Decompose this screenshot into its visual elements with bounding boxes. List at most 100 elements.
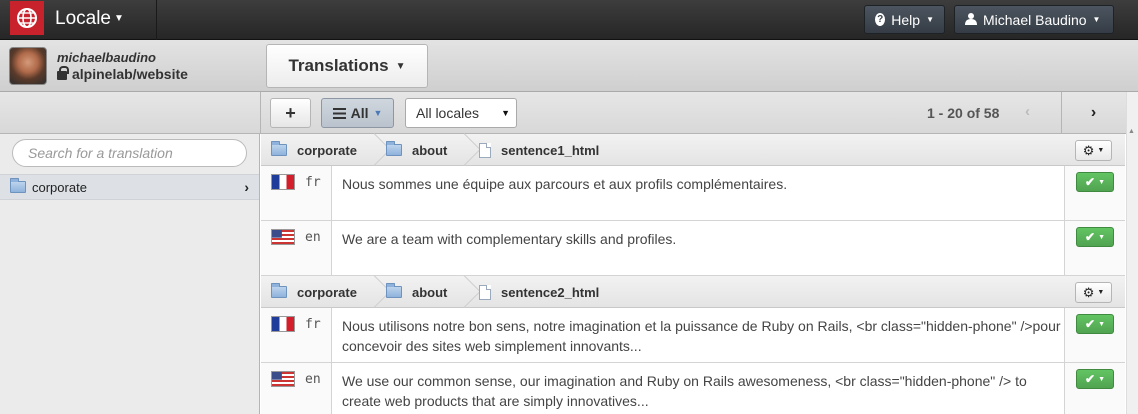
gear-menu-button[interactable]: ⚙ ▼ xyxy=(1075,140,1112,161)
locale-code: fr xyxy=(305,317,321,332)
breadcrumb-label: sentence1_html xyxy=(501,142,600,158)
chevron-right-icon: › xyxy=(244,179,249,195)
caret-down-icon: ▼ xyxy=(114,13,124,24)
pagination-info: 1 - 20 of 58 xyxy=(927,105,1000,121)
breadcrumb-item[interactable]: about xyxy=(386,134,447,166)
flag-us-icon xyxy=(271,371,295,387)
locale-cell: en xyxy=(261,221,332,275)
locales-select[interactable]: All locales ▼ xyxy=(405,98,517,128)
avatar xyxy=(9,47,47,85)
breadcrumb-separator xyxy=(461,134,475,166)
translation-row: en We are a team with complementary skil… xyxy=(261,221,1125,276)
translation-text[interactable]: Nous utilisons notre bon sens, notre ima… xyxy=(342,316,1062,357)
folder-icon xyxy=(386,283,402,298)
caret-down-icon: ▼ xyxy=(1098,233,1105,241)
gear-icon: ⚙ xyxy=(1082,142,1095,158)
breadcrumb-item[interactable]: sentence2_html xyxy=(479,276,599,308)
app-title: Locale xyxy=(55,8,111,29)
plus-icon: + xyxy=(285,102,296,123)
divider xyxy=(156,0,157,40)
caret-down-icon: ▼ xyxy=(1097,147,1105,154)
caret-down-icon: ▼ xyxy=(1092,15,1101,24)
add-translation-button[interactable]: + xyxy=(270,98,311,128)
breadcrumb-label: about xyxy=(412,142,448,158)
sidebar-item-corporate[interactable]: corporate › xyxy=(0,174,259,200)
breadcrumb-separator xyxy=(371,276,385,308)
translation-row: en We use our common sense, our imaginat… xyxy=(261,363,1125,414)
prev-page-button[interactable]: ‹ xyxy=(1025,103,1030,120)
filter-label: All xyxy=(350,105,369,121)
help-label: Help xyxy=(891,11,921,28)
user-icon xyxy=(965,12,977,28)
caret-down-icon: ▼ xyxy=(1098,320,1105,328)
action-cell: ✔ ▼ xyxy=(1064,308,1125,362)
folder-icon xyxy=(271,141,287,156)
translation-text[interactable]: Nous sommes une équipe aux parcours et a… xyxy=(342,174,1062,215)
locale-code: en xyxy=(305,372,321,387)
locale-cell: fr xyxy=(261,308,332,362)
search-input[interactable]: Search for a translation xyxy=(12,139,247,167)
filter-all-button[interactable]: All ▼ xyxy=(321,98,394,128)
translation-row: fr Nous utilisons notre bon sens, notre … xyxy=(261,308,1125,363)
caret-down-icon: ▼ xyxy=(1098,375,1105,383)
next-page-button[interactable]: › xyxy=(1061,92,1125,134)
caret-down-icon: ▼ xyxy=(501,108,510,118)
action-cell: ✔ ▼ xyxy=(1064,166,1125,220)
folder-icon xyxy=(10,178,26,193)
breadcrumb-separator xyxy=(461,276,475,308)
breadcrumb-item[interactable]: corporate xyxy=(271,276,357,308)
validate-button[interactable]: ✔ ▼ xyxy=(1076,369,1114,389)
breadcrumb-item[interactable]: corporate xyxy=(271,134,357,166)
file-icon xyxy=(479,284,491,300)
flag-us-icon xyxy=(271,229,295,245)
breadcrumb-label: sentence2_html xyxy=(501,284,600,300)
check-icon: ✔ xyxy=(1085,317,1096,331)
globe-icon[interactable] xyxy=(10,1,44,35)
translation-text[interactable]: We are a team with complementary skills … xyxy=(342,229,1062,270)
locales-select-value: All locales xyxy=(416,105,480,121)
caret-down-icon: ▼ xyxy=(373,108,383,118)
chevron-right-icon: › xyxy=(1090,104,1097,121)
question-circle-icon: ? xyxy=(875,13,886,26)
validate-button[interactable]: ✔ ▼ xyxy=(1076,227,1114,247)
app-menu[interactable]: Locale ▼ xyxy=(55,8,124,30)
user-name: Michael Baudino xyxy=(983,11,1087,28)
caret-down-icon: ▼ xyxy=(395,60,406,72)
action-cell: ✔ ▼ xyxy=(1064,363,1125,414)
divider xyxy=(260,92,261,134)
locale-cell: en xyxy=(261,363,332,414)
breadcrumb: corporate about sentence2_html ⚙ ▼ xyxy=(261,276,1125,308)
check-icon: ✔ xyxy=(1085,175,1096,189)
folder-icon xyxy=(271,283,287,298)
scroll-up-icon: ▲ xyxy=(1128,128,1135,135)
flag-fr-icon xyxy=(271,174,295,190)
caret-down-icon: ▼ xyxy=(1098,178,1105,186)
action-cell: ✔ ▼ xyxy=(1064,221,1125,275)
username: michaelbaudino xyxy=(57,50,156,65)
validate-button[interactable]: ✔ ▼ xyxy=(1076,172,1114,192)
validate-button[interactable]: ✔ ▼ xyxy=(1076,314,1114,334)
folder-icon xyxy=(386,141,402,156)
list-icon xyxy=(332,107,346,119)
locale-code: fr xyxy=(305,175,321,190)
user-menu-button[interactable]: Michael Baudino ▼ xyxy=(954,5,1114,34)
sidebar-item-label: corporate xyxy=(32,179,87,195)
breadcrumb-label: corporate xyxy=(297,284,357,300)
repository-link[interactable]: alpinelab/website xyxy=(57,66,188,82)
check-icon: ✔ xyxy=(1085,230,1096,244)
scrollbar[interactable]: ▲ xyxy=(1126,92,1138,414)
translations-menu-button[interactable]: Translations ▼ xyxy=(266,44,428,88)
caret-down-icon: ▼ xyxy=(926,15,934,24)
check-icon: ✔ xyxy=(1085,372,1096,386)
translation-text[interactable]: We use our common sense, our imagination… xyxy=(342,371,1062,412)
breadcrumb-item[interactable]: about xyxy=(386,276,447,308)
breadcrumb-item[interactable]: sentence1_html xyxy=(479,134,599,166)
breadcrumb-label: corporate xyxy=(297,142,357,158)
breadcrumb-separator xyxy=(371,134,385,166)
translation-row: fr Nous sommes une équipe aux parcours e… xyxy=(261,166,1125,221)
gear-menu-button[interactable]: ⚙ ▼ xyxy=(1075,282,1112,303)
lock-icon xyxy=(57,66,69,80)
help-button[interactable]: ? Help ▼ xyxy=(864,5,945,34)
flag-fr-icon xyxy=(271,316,295,332)
locale-code: en xyxy=(305,230,321,245)
